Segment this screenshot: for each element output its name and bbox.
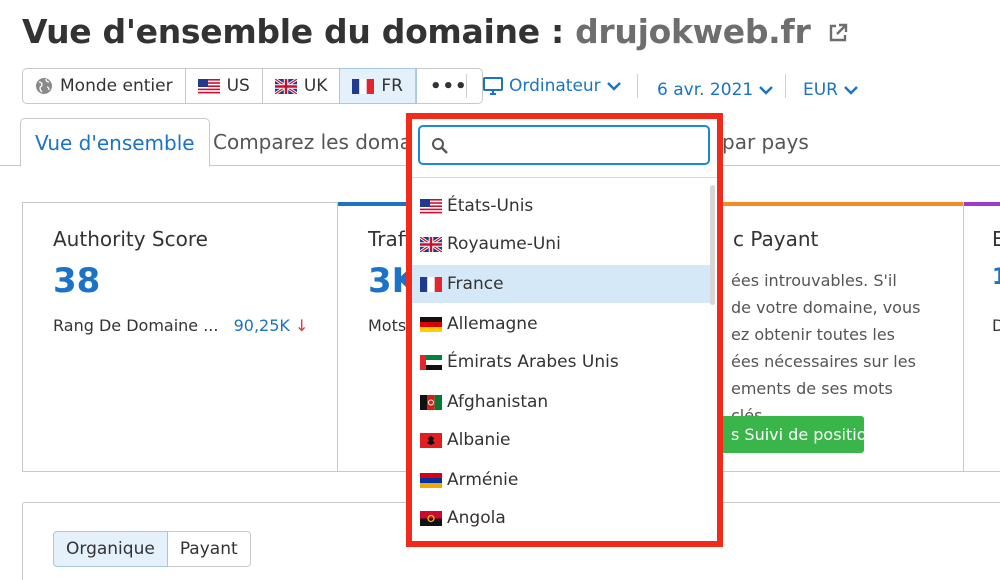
date-select[interactable]: 6 avr. 2021 <box>657 80 774 100</box>
db-uk-label: UK <box>303 76 328 96</box>
position-tracking-button[interactable]: s Suivi de position <box>717 416 864 453</box>
flag-us-icon <box>197 78 220 94</box>
db-fr-button[interactable]: FR <box>339 68 417 104</box>
country-label: Angola <box>447 508 506 528</box>
db-us-label: US <box>226 76 250 96</box>
flag-ae-icon <box>420 354 442 370</box>
fourth-sub: D <box>992 316 1000 335</box>
country-item-de[interactable]: Allemagne <box>412 305 710 343</box>
more-icon: ••• <box>430 75 468 97</box>
dropdown-scrollbar[interactable] <box>710 185 715 305</box>
authority-label: Authority Score <box>53 227 208 251</box>
chevron-down-icon <box>606 82 621 91</box>
db-worldwide-label: Monde entier <box>60 76 173 96</box>
traffic-sub: Mots <box>368 316 407 335</box>
db-us-button[interactable]: US <box>186 69 263 103</box>
organic-paid-toggle: Organique Payant <box>53 531 251 567</box>
flag-uk-icon <box>274 78 297 94</box>
currency-select[interactable]: EUR <box>803 80 858 100</box>
country-label: Afghanistan <box>447 392 549 412</box>
device-select[interactable]: Ordinateur <box>483 76 621 96</box>
country-label: Arménie <box>447 470 519 490</box>
country-item-ao[interactable]: Angola <box>412 499 710 537</box>
flag-af-icon <box>420 394 442 410</box>
flag-fr-icon <box>420 276 442 292</box>
currency-label: EUR <box>803 80 838 100</box>
page-title: Vue d'ensemble du domaine : drujokweb.fr <box>22 12 850 53</box>
db-uk-button[interactable]: UK <box>263 69 341 103</box>
card-paid-traffic[interactable]: c Payant ées introuvables. S'il de votre… <box>717 202 963 471</box>
tab-overview[interactable]: Vue d'ensemble <box>20 118 210 167</box>
fourth-value: 1 <box>992 265 1000 290</box>
country-item-am[interactable]: Arménie <box>412 461 710 499</box>
country-item-uk[interactable]: Royaume-Uni <box>412 225 710 263</box>
country-item-ae[interactable]: Émirats Arabes Unis <box>412 343 710 381</box>
country-item-af[interactable]: Afghanistan <box>412 383 710 421</box>
country-search <box>418 125 710 165</box>
country-label: Royaume-Uni <box>447 234 561 254</box>
country-item-al[interactable]: Albanie <box>412 421 710 459</box>
db-worldwide-button[interactable]: Monde entier <box>23 69 186 103</box>
search-icon <box>432 138 448 154</box>
country-item-fr[interactable]: France <box>412 265 710 303</box>
flag-uk-icon <box>420 236 442 252</box>
device-label: Ordinateur <box>509 76 601 96</box>
flag-us-icon <box>420 198 442 214</box>
toolbar-divider <box>785 74 786 98</box>
country-dropdown: États-Unis Royaume-Uni France Allemagne … <box>406 113 723 547</box>
domain-link[interactable]: drujokweb.fr <box>575 12 811 51</box>
country-item-us[interactable]: États-Unis <box>412 187 710 225</box>
date-label: 6 avr. 2021 <box>657 80 754 100</box>
organic-button[interactable]: Organique <box>53 531 168 567</box>
trend-down-icon: ↓ <box>294 316 309 335</box>
card-authority-score[interactable]: Authority Score 38 Rang De Domaine ... 9… <box>23 203 337 471</box>
country-label: Albanie <box>447 430 511 450</box>
dropdown-divider <box>412 177 717 178</box>
flag-al-icon <box>420 432 442 448</box>
card-top-bar <box>964 202 1000 206</box>
paid-label: c Payant <box>733 227 819 251</box>
flag-de-icon <box>420 316 442 332</box>
country-label: États-Unis <box>447 196 534 216</box>
domain-rank-value[interactable]: 90,25K <box>234 316 290 335</box>
toolbar-divider <box>466 74 467 98</box>
db-more-button[interactable]: ••• <box>416 69 482 103</box>
chevron-down-icon <box>759 86 774 95</box>
title-prefix: Vue d'ensemble du domaine : <box>22 12 564 51</box>
card-top-bar <box>717 202 963 206</box>
globe-icon <box>36 78 52 94</box>
traffic-label: Trafi <box>368 227 411 251</box>
flag-fr-icon <box>352 78 375 94</box>
external-link-icon[interactable] <box>826 14 850 53</box>
fourth-label: E <box>992 227 1000 251</box>
database-toolbar: Monde entier US UK FR ••• <box>22 68 483 104</box>
country-search-input[interactable] <box>458 133 698 157</box>
db-fr-label: FR <box>381 76 403 96</box>
card-fourth[interactable]: E 1 D <box>963 202 1000 471</box>
country-label: France <box>447 274 504 294</box>
flag-ao-icon <box>420 510 442 526</box>
desktop-icon <box>483 77 503 95</box>
domain-rank-label: Rang De Domaine ... <box>53 316 219 335</box>
paid-button[interactable]: Payant <box>167 531 251 567</box>
flag-am-icon <box>420 472 442 488</box>
country-label: Émirats Arabes Unis <box>447 352 619 372</box>
tab-by-country[interactable]: par pays <box>722 118 809 167</box>
country-label: Allemagne <box>447 314 538 334</box>
domain-rank: Rang De Domaine ... 90,25K ↓ <box>53 316 308 335</box>
paid-message: ées introuvables. S'il de votre domaine,… <box>731 271 921 425</box>
authority-value: 38 <box>53 261 101 301</box>
chevron-down-icon <box>844 86 858 95</box>
toolbar-divider <box>637 74 638 98</box>
